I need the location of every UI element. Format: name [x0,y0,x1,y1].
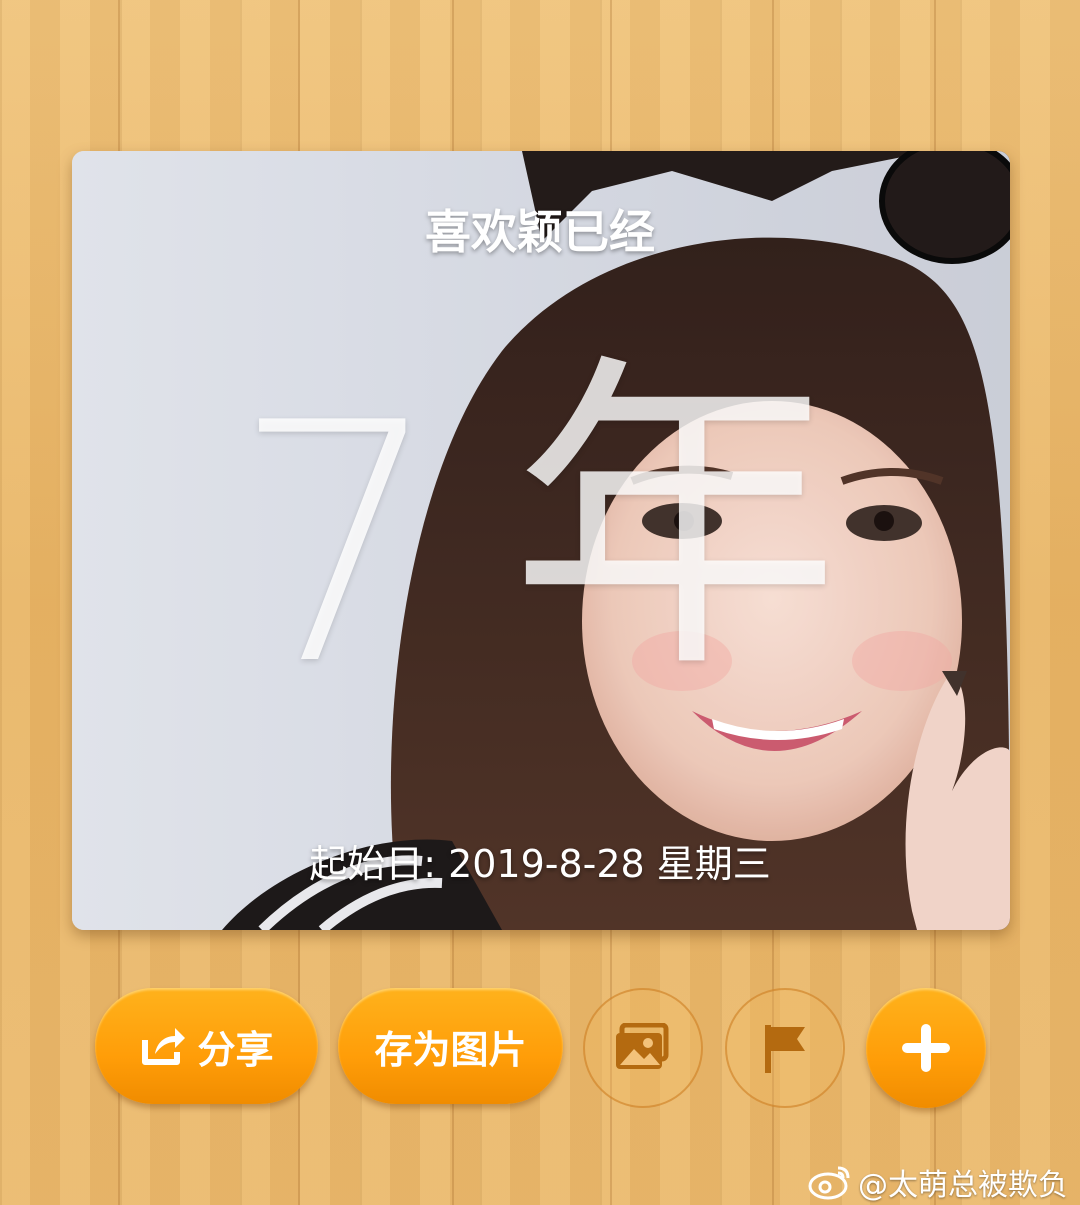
save-image-button[interactable]: 存为图片 [338,988,563,1104]
share-button[interactable]: 分享 [95,988,318,1104]
share-label: 分享 [197,1027,274,1072]
day-count-unit: 年 [510,328,840,712]
gallery-icon [614,1023,672,1073]
day-count-number: 7 [232,353,442,737]
gallery-button[interactable] [583,988,703,1108]
flag-button[interactable] [725,988,845,1108]
share-icon [139,1024,187,1068]
card-title: 喜欢颖已经 [425,205,655,259]
save-image-label: 存为图片 [374,1027,527,1072]
add-button[interactable] [866,988,986,1108]
watermark: @太萌总被欺负 [808,1160,1068,1204]
weibo-logo-icon [808,1164,852,1200]
plus-icon [898,1020,954,1076]
watermark-text: @太萌总被欺负 [858,1168,1068,1203]
flag-icon [759,1021,811,1075]
start-date-label: 起始日: 2019-8-28 星期三 [309,842,771,886]
